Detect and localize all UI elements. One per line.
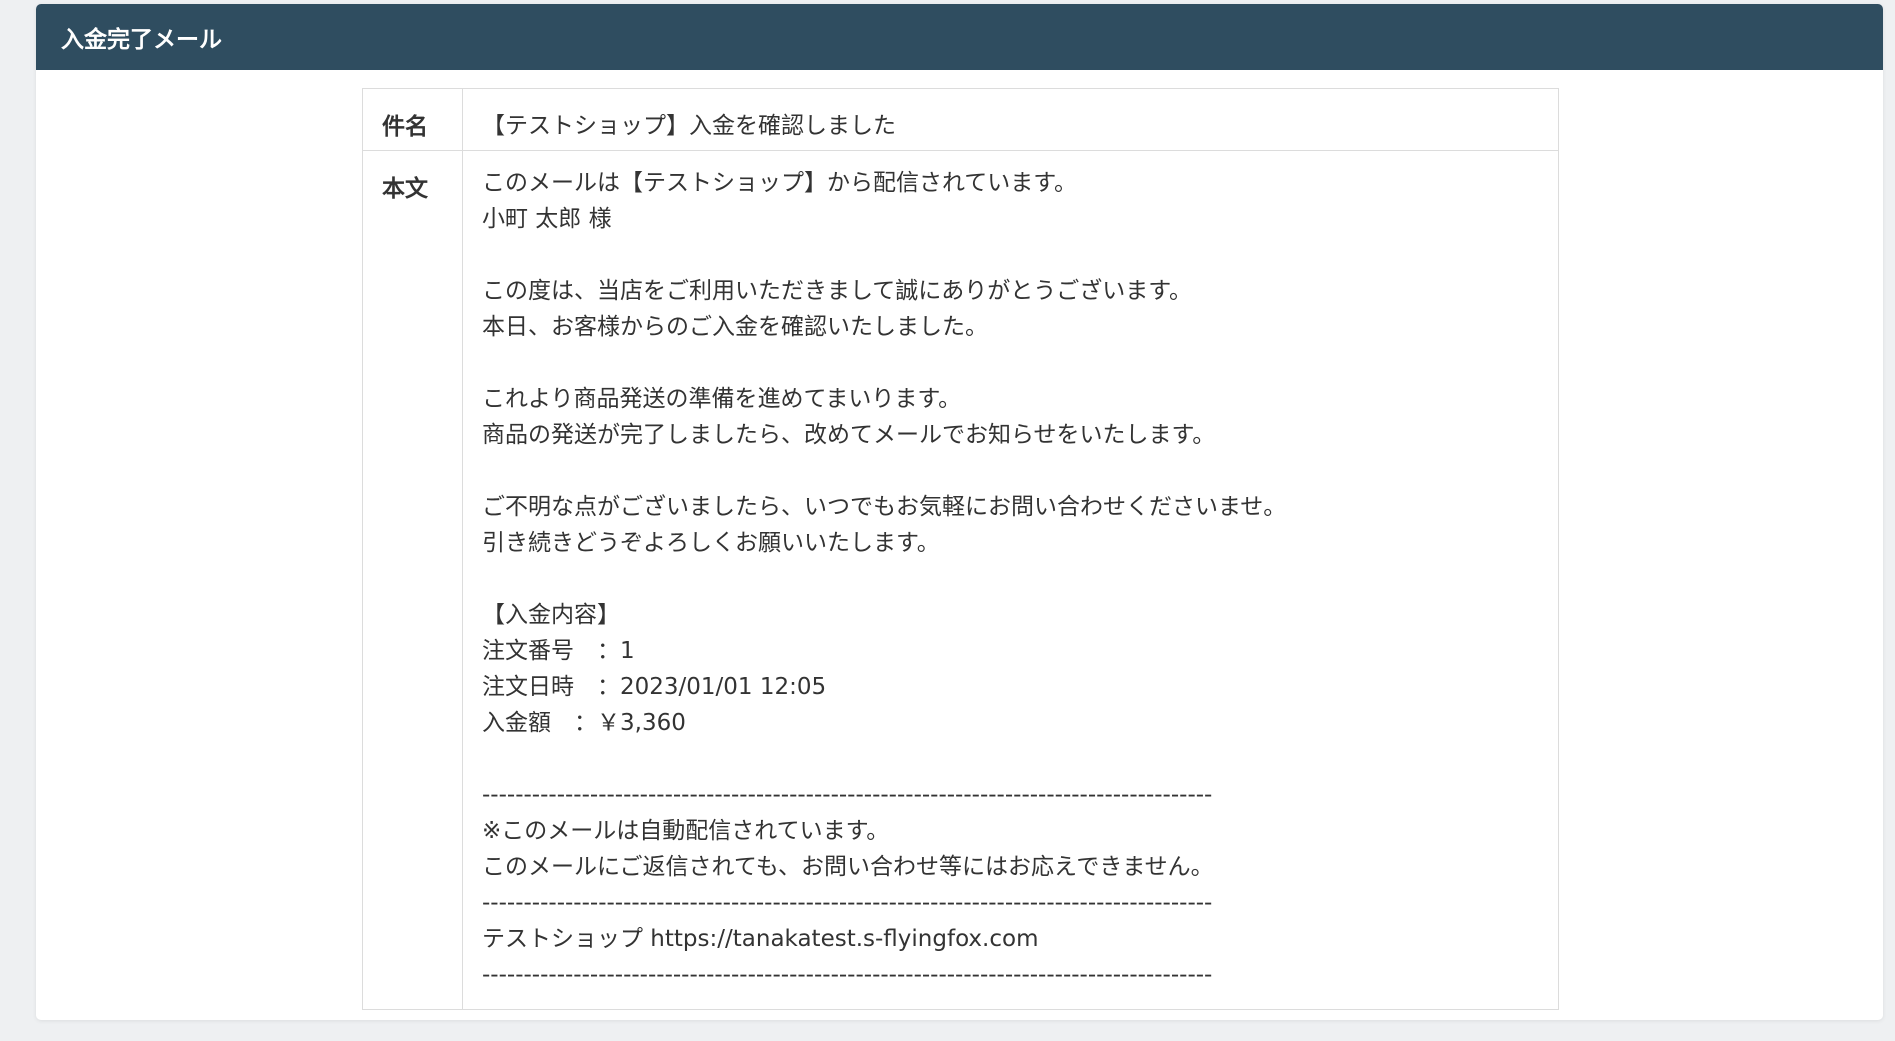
- body-label: 本文: [362, 150, 463, 1010]
- body-line: 【入金内容】: [482, 602, 620, 628]
- body-line: このメールにご返信されても、お問い合わせ等にはお応えできません。: [482, 854, 1214, 880]
- subject-row: 件名 【テストショップ】入金を確認しました: [362, 88, 1559, 151]
- mail-card: 入金完了メール 件名 【テストショップ】入金を確認しました 本文 このメールは【…: [36, 4, 1883, 1020]
- subject-label: 件名: [362, 88, 463, 151]
- body-line: 注文日時 ：2023/01/01 12:05: [482, 674, 827, 700]
- body-line: ----------------------------------------…: [482, 890, 1213, 916]
- body-line: テストショップ https://tanakatest.s-flyingfox.c…: [482, 926, 1039, 952]
- mail-table: 件名 【テストショップ】入金を確認しました 本文 このメールは【テストショップ】…: [362, 88, 1559, 1010]
- body-line: 本日、お客様からのご入金を確認いたしました。: [482, 314, 988, 340]
- subject-value: 【テストショップ】入金を確認しました: [462, 88, 1559, 151]
- page-title: 入金完了メール: [61, 27, 222, 53]
- body-text: このメールは【テストショップ】から配信されています。 小町 太郎 様 この度は、当…: [482, 165, 1558, 993]
- body-line: 商品の発送が完了しましたら、改めてメールでお知らせをいたします。: [482, 422, 1216, 448]
- body-line: 入金額 ：￥3,360: [482, 710, 686, 736]
- body-line: このメールは【テストショップ】から配信されています。: [482, 170, 1078, 196]
- body-line: 引き続きどうぞよろしくお願いいたします。: [482, 530, 940, 556]
- body-line: 注文番号 ：1: [482, 638, 635, 664]
- body-row: 本文 このメールは【テストショップ】から配信されています。 小町 太郎 様 この度…: [362, 150, 1559, 1010]
- body-line: ----------------------------------------…: [482, 962, 1213, 988]
- card-header: 入金完了メール: [36, 4, 1883, 70]
- body-line: この度は、当店をご利用いただきまして誠にありがとうございます。: [482, 278, 1193, 304]
- body-line: ご不明な点がございましたら、いつでもお気軽にお問い合わせくださいませ。: [482, 494, 1287, 520]
- body-line: ----------------------------------------…: [482, 782, 1213, 808]
- body-line: ※このメールは自動配信されています。: [482, 818, 890, 844]
- body-line: これより商品発送の準備を進めてまいります。: [482, 386, 962, 412]
- body-line: 小町 太郎 様: [482, 206, 612, 232]
- body-cell: このメールは【テストショップ】から配信されています。 小町 太郎 様 この度は、当…: [462, 150, 1559, 1010]
